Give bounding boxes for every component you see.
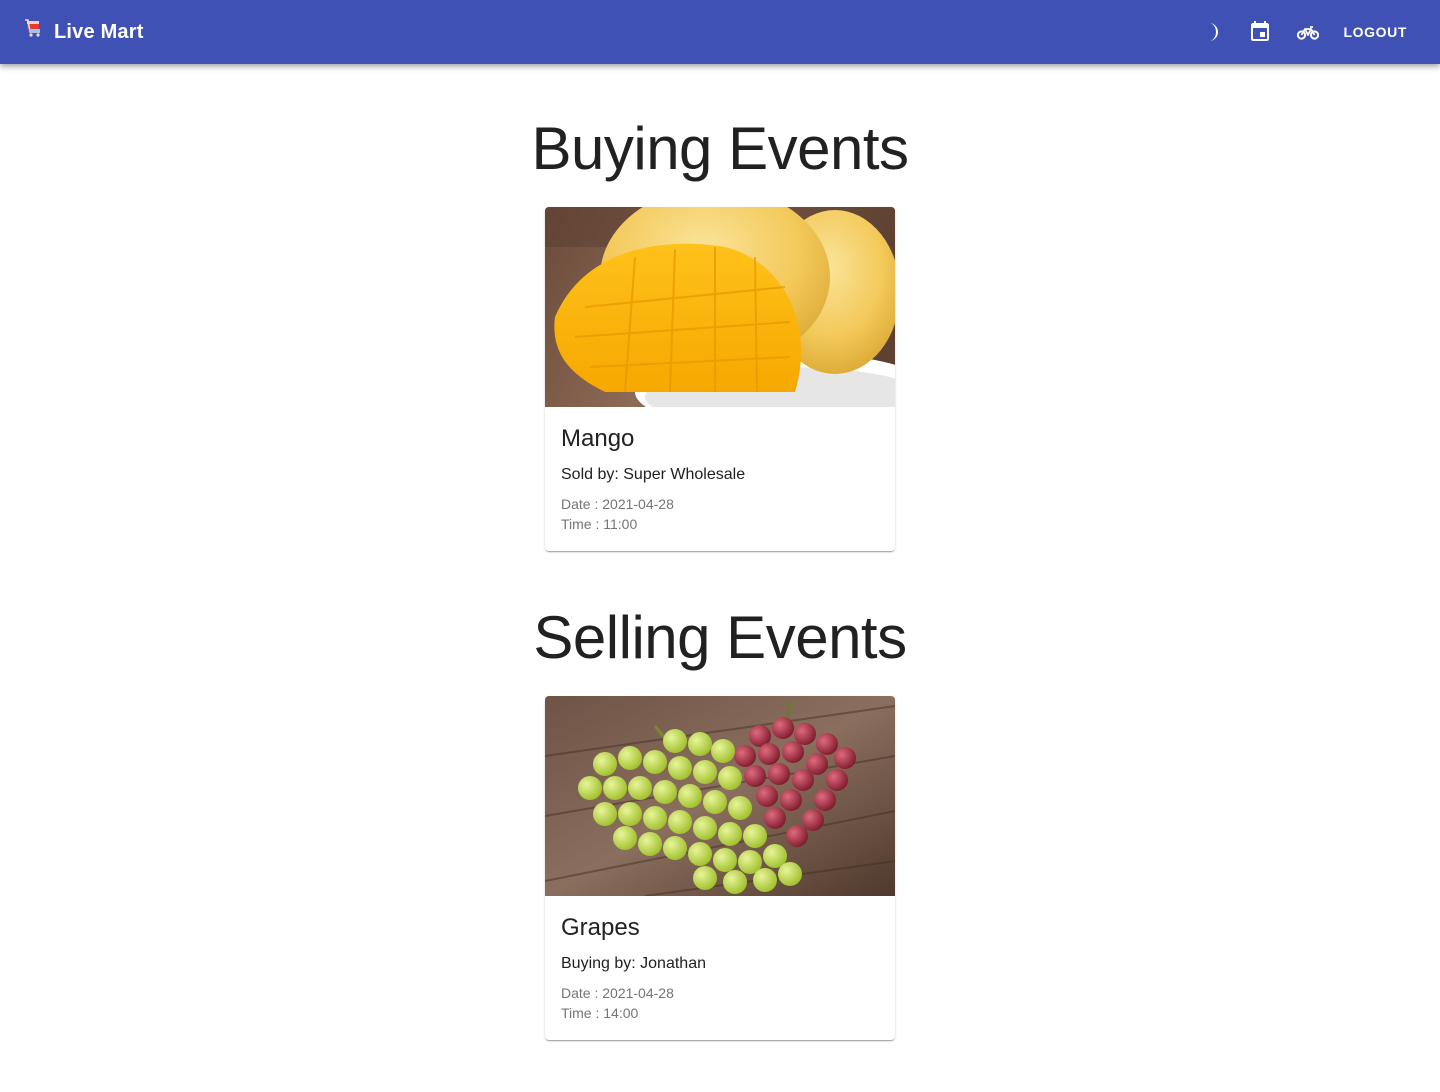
dark-mode-icon (1208, 23, 1218, 41)
buying-events-heading: Buying Events (531, 115, 909, 182)
event-seller: Sold by: Super Wholesale (561, 466, 746, 483)
delivery-button[interactable] (1284, 8, 1332, 56)
buying-event-card[interactable]: Mango Sold by: Super Wholesale Date : 20… (545, 207, 895, 551)
selling-events-heading: Selling Events (533, 604, 907, 671)
selling-event-card[interactable]: Grapes Buying by: Jonathan Date : 2021-0… (545, 696, 895, 1040)
calendar-event-icon (1250, 21, 1269, 41)
event-time: Time : 11:00 (561, 516, 638, 532)
event-date: Date : 2021-04-28 (561, 985, 674, 1001)
mango-image (545, 207, 895, 407)
card-content: Mango Sold by: Super Wholesale Date : 20… (545, 407, 895, 551)
app-bar: Live Mart LOGOUT (0, 0, 1440, 64)
event-product-name: Mango (561, 425, 635, 452)
event-buyer: Buying by: Jonathan (561, 955, 706, 972)
event-product-name: Grapes (561, 914, 640, 941)
card-content: Grapes Buying by: Jonathan Date : 2021-0… (545, 896, 895, 1040)
dark-mode-button[interactable] (1188, 8, 1236, 56)
events-calendar-button[interactable] (1236, 8, 1284, 56)
grapes-image (545, 696, 895, 896)
shopping-cart-icon (25, 19, 40, 37)
brand[interactable]: Live Mart (24, 19, 144, 44)
bike-delivery-icon (1296, 26, 1319, 40)
event-date: Date : 2021-04-28 (561, 496, 674, 512)
app-title: Live Mart (54, 20, 144, 43)
logout-button[interactable]: LOGOUT (1336, 18, 1415, 46)
event-time: Time : 14:00 (561, 1005, 639, 1021)
